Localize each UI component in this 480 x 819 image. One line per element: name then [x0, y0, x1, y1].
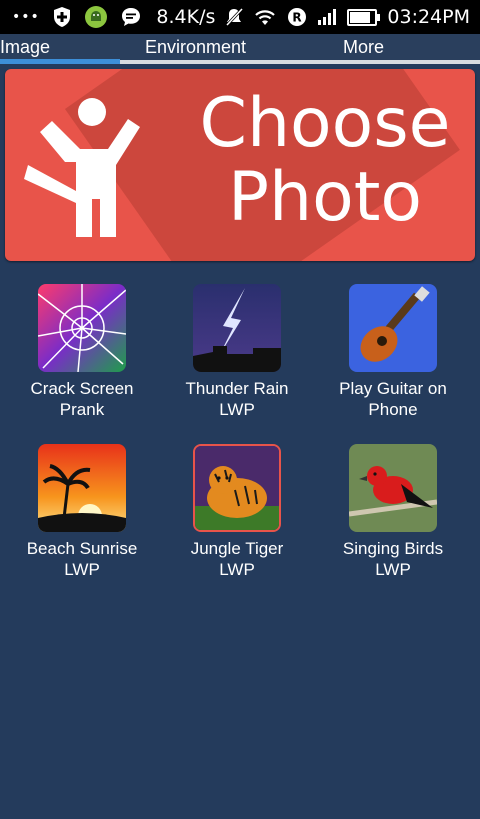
- tab-image[interactable]: Image: [0, 37, 50, 58]
- signal-icon: [317, 9, 337, 25]
- app-play-guitar[interactable]: Play Guitar on Phone: [318, 284, 468, 420]
- choose-photo-banner[interactable]: Choose Photo: [5, 69, 475, 261]
- tab-indicator: [0, 59, 120, 64]
- more-notifications-icon: •••: [12, 9, 40, 25]
- network-speed: 8.4K/s: [156, 6, 216, 28]
- svg-text:R: R: [293, 11, 302, 25]
- app-label: Jungle Tiger LWP: [190, 539, 284, 579]
- app-thunder-rain[interactable]: Thunder Rain LWP: [162, 284, 312, 420]
- banner-title: Choose Photo: [185, 87, 465, 235]
- app-singing-birds[interactable]: Singing Birds LWP: [318, 444, 468, 580]
- app-crack-screen[interactable]: Crack Screen Prank: [7, 284, 157, 420]
- bird-thumbnail: [349, 444, 437, 532]
- clock: 03:24PM: [387, 6, 470, 28]
- android-bug-icon: [84, 5, 108, 29]
- thunder-rain-thumbnail: [193, 284, 281, 372]
- roaming-icon: R: [287, 7, 307, 27]
- mute-icon: [225, 7, 244, 27]
- app-beach-sunrise[interactable]: Beach Sunrise LWP: [7, 444, 157, 580]
- shield-plus-icon: [52, 6, 72, 28]
- chat-icon: [120, 6, 142, 28]
- tab-environment[interactable]: Environment: [145, 37, 246, 58]
- running-person-icon: [24, 98, 140, 237]
- app-label: Crack Screen Prank: [30, 379, 134, 419]
- status-bar: ••• 8.4K/s R 03:24PM: [0, 0, 480, 34]
- guitar-thumbnail: [349, 284, 437, 372]
- tab-bar: Image Environment More: [0, 34, 480, 64]
- beach-sunrise-thumbnail: [38, 444, 126, 532]
- banner-line-2: Photo: [228, 158, 422, 237]
- crack-screen-thumbnail: [38, 284, 126, 372]
- battery-icon: [347, 8, 381, 26]
- app-label: Play Guitar on Phone: [339, 379, 447, 419]
- app-label: Beach Sunrise LWP: [26, 539, 138, 579]
- wifi-icon: [253, 8, 277, 26]
- banner-line-1: Choose: [199, 84, 451, 163]
- tiger-thumbnail: [193, 444, 281, 532]
- app-jungle-tiger[interactable]: Jungle Tiger LWP: [162, 444, 312, 580]
- app-label: Thunder Rain LWP: [185, 379, 289, 419]
- app-label: Singing Birds LWP: [342, 539, 444, 579]
- tab-more[interactable]: More: [343, 37, 384, 58]
